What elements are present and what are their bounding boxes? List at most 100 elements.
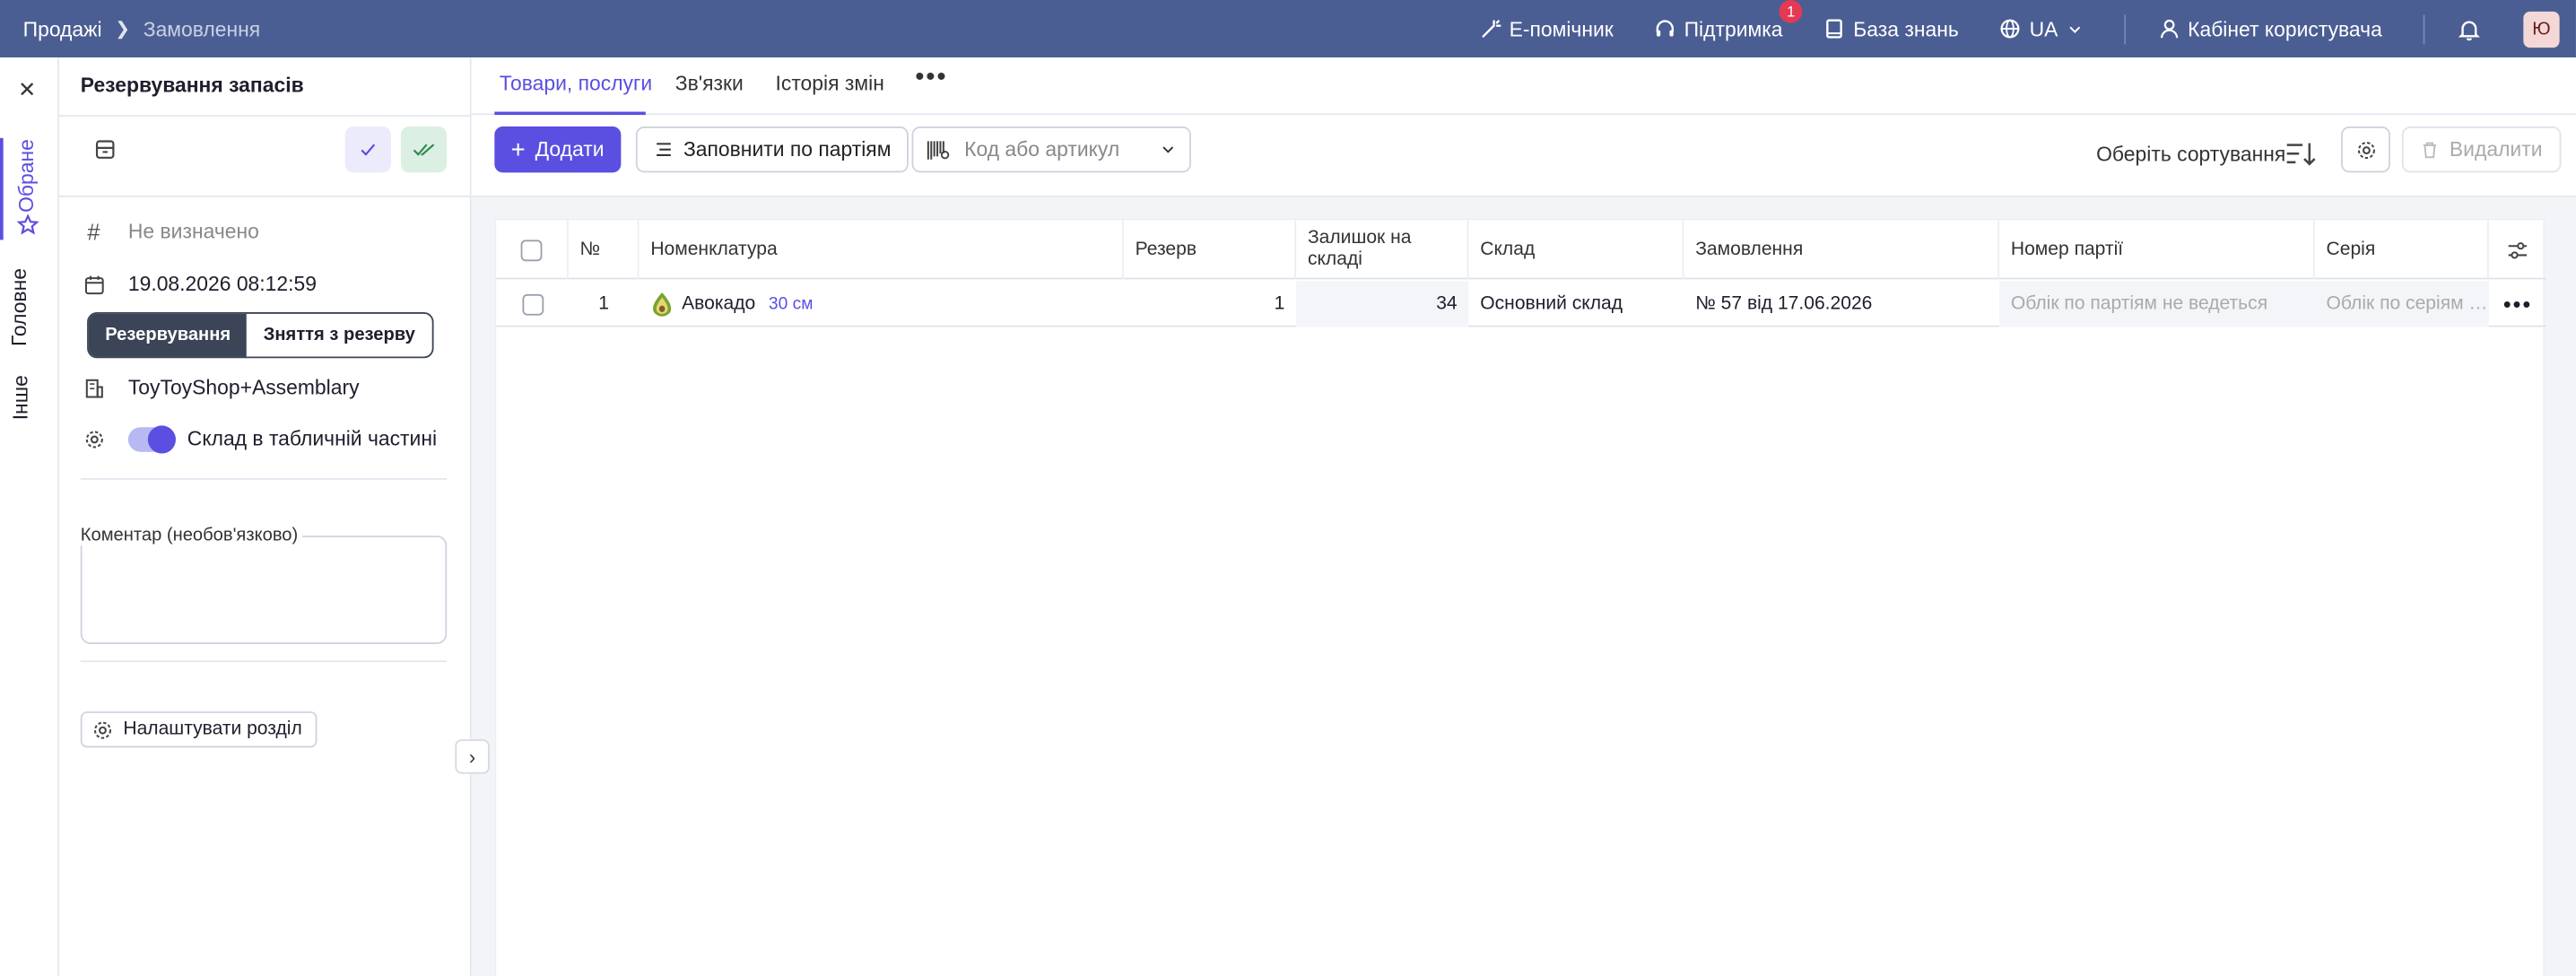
book-icon [1826,19,1843,39]
select-all-cell [496,220,569,280]
header-nomenclature[interactable]: Номенклатура [639,220,1124,280]
panel-title: Резервування запасів [80,74,304,98]
avatar[interactable]: Ю [2523,10,2560,48]
warehouse-toggle-row: Склад в табличній частині [81,424,437,453]
toolbar: + Додати Заповнити по партіям Код або ар… [471,115,2576,197]
globe-icon [2001,19,2020,39]
archive-icon [95,140,115,159]
chevron-down-icon [1162,146,1174,153]
reserve-cell[interactable]: 1 [1124,281,1296,327]
archive-button[interactable] [83,126,128,172]
divider [58,195,472,197]
top-bar: Продажі ❯ Замовлення Е-помічник Підтримк… [0,0,2576,58]
header-warehouse[interactable]: Склад [1468,220,1684,280]
avocado-icon [653,292,672,317]
more-icon[interactable]: ••• [915,64,947,93]
stock-cell: 34 [1296,281,1469,327]
tab-bar: Товари, послуги Зв'язки Історія змін ••• [471,57,2576,116]
fill-label: Заповнити по партіям [683,137,892,161]
check-icon [361,144,376,156]
gear-icon [81,425,107,451]
delete-label: Видалити [2449,137,2543,161]
rail-active-indicator [0,137,4,240]
magic-wand-icon [1481,20,1501,38]
header-order[interactable]: Замовлення [1684,220,2000,280]
rail-tab-other[interactable]: Інше [9,375,32,420]
rail-tab-main[interactable]: Головне [8,268,31,346]
assistant-link[interactable]: Е-помічник [1480,17,1614,40]
table-header: № Номенклатура Резерв Залишок на складі … [496,220,2546,280]
row-select-cell [496,281,569,327]
tab-history[interactable]: Історія змін [776,73,884,96]
save-and-post-button[interactable] [400,126,448,173]
rail-favorites-label: Обране [15,139,39,213]
language-label: UA [2029,17,2058,40]
warehouse-cell[interactable]: Основний склад [1468,281,1684,327]
organization-row[interactable]: ToyToyShop+Assemblary [81,375,360,401]
fill-by-batches-button[interactable]: Заповнити по партіям [635,126,909,173]
divider [80,477,448,480]
code-search-input[interactable]: Код або артикул [911,126,1191,173]
seg-reserve[interactable]: Резервування [88,313,248,357]
warehouse-toggle[interactable] [127,424,176,453]
language-select[interactable]: UA [2000,17,2083,40]
tab-goods-services[interactable]: Товари, послуги [500,73,652,96]
divider [80,660,448,663]
trash-icon [2423,142,2437,159]
doc-number-placeholder: Не визначено [127,220,259,244]
support-label: Підтримка [1684,17,1783,40]
organization-value: ToyToyShop+Assemblary [127,376,360,400]
bell-icon[interactable] [2458,17,2481,40]
knowledge-base-link[interactable]: База знань [1823,17,1959,40]
seg-unreserve[interactable]: Зняття з резерву [247,314,431,357]
header-batch[interactable]: Номер партії [1999,220,2315,280]
header-reserve[interactable]: Резерв [1124,220,1297,280]
columns-settings[interactable] [2489,220,2546,279]
row-checkbox[interactable] [521,292,544,315]
add-button[interactable]: + Додати [494,126,621,173]
side-rail: ✕ Обране Головне Інше [0,57,59,976]
goods-table: № Номенклатура Резерв Залишок на складі … [494,218,2546,976]
header-no[interactable]: № [569,220,640,280]
row-nomenclature-cell[interactable]: Авокадо 30 см [639,281,1123,327]
row-number: 1 [598,293,609,314]
configure-section-button[interactable]: Налаштувати розділ [80,711,318,748]
delete-button[interactable]: Видалити [2401,126,2561,173]
configure-label: Налаштувати розділ [123,719,302,740]
header-stock[interactable]: Залишок на складі [1296,220,1469,280]
series-cell: Облік по серіям … [2314,281,2489,327]
chevron-right-icon[interactable]: › [455,739,490,774]
list-icon [657,143,671,156]
breadcrumb: Продажі ❯ Замовлення [23,0,261,57]
tab-links[interactable]: Зв'язки [675,73,744,96]
chevron-right-icon: ❯ [115,19,131,39]
order-cell[interactable]: № 57 від 17.06.2026 [1684,281,1999,327]
divider [58,115,472,118]
sort-select[interactable]: Оберіть сортування [2096,143,2285,166]
divider [2423,13,2425,44]
product-name: Авокадо [682,293,756,314]
assistant-label: Е-помічник [1509,17,1614,40]
doc-number-row[interactable]: # Не визначено [81,219,259,245]
cabinet-label: Кабінет користувача [2188,17,2382,40]
header-series[interactable]: Серія [2315,220,2489,280]
settings-button[interactable] [2341,126,2390,173]
user-cabinet-link[interactable]: Кабінет користувача [2158,17,2382,40]
add-label: Додати [535,137,605,161]
select-all-checkbox[interactable] [520,239,543,261]
row-more-icon[interactable]: ••• [2489,281,2546,327]
date-value: 19.08.2026 08:12:59 [127,273,317,296]
close-icon[interactable]: ✕ [18,77,36,103]
save-button[interactable] [344,126,391,173]
divider [2123,13,2126,44]
breadcrumb-orders[interactable]: Замовлення [144,17,260,40]
sort-icon[interactable] [2285,140,2317,168]
date-row[interactable]: 19.08.2026 08:12:59 [81,271,317,297]
user-icon [2160,19,2178,39]
breadcrumb-sales[interactable]: Продажі [23,17,102,40]
support-link[interactable]: Підтримка 1 [1655,0,1803,40]
table-row[interactable]: 1 Авокадо 30 см 1 34 Основний склад № 57… [496,281,2546,327]
comment-field[interactable] [80,536,448,644]
support-badge: 1 [1779,0,1803,22]
comment-label: Коментар (необов'язково) [75,526,303,546]
